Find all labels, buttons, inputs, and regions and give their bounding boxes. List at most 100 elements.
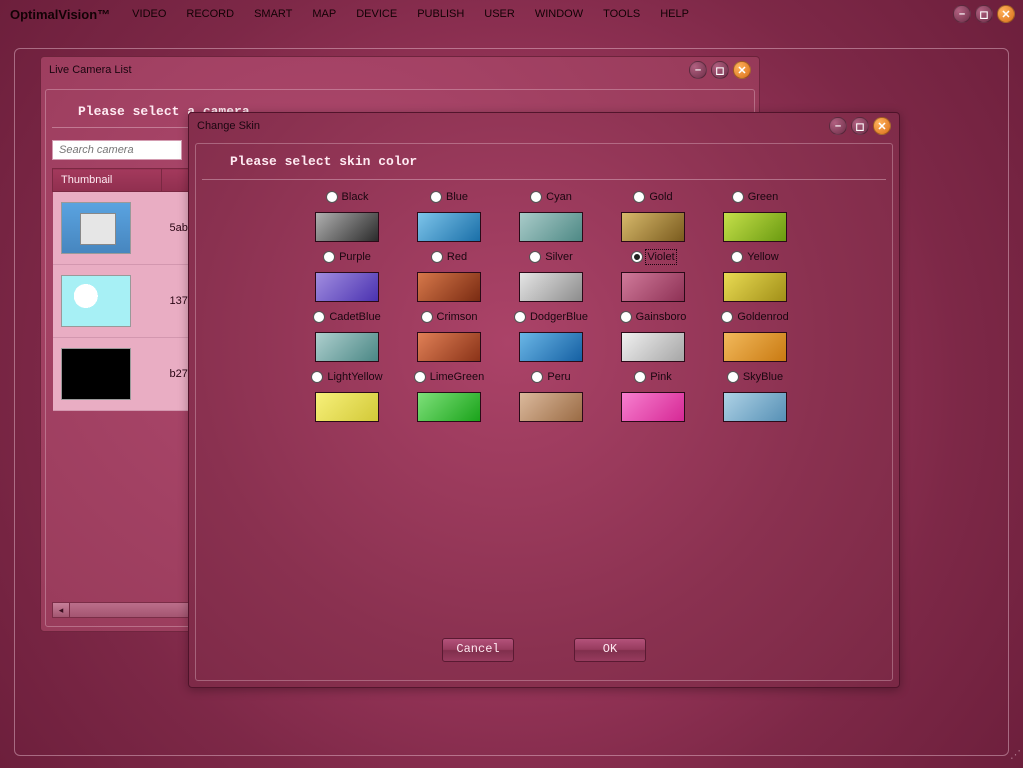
skin-radio-crimson[interactable]: Crimson <box>421 308 478 326</box>
skin-swatch-limegreen[interactable] <box>417 392 481 422</box>
skin-radio-gainsboro[interactable]: Gainsboro <box>620 308 687 326</box>
menu-window[interactable]: WINDOW <box>525 8 593 20</box>
change-skin-dialog: Change Skin – ◻ ✕ Please select skin col… <box>188 112 900 688</box>
skin-radio-skyblue[interactable]: SkyBlue <box>727 368 783 386</box>
scroll-left-arrow-icon[interactable]: ◂ <box>53 603 70 617</box>
radio-icon[interactable] <box>634 371 646 383</box>
skin-swatch-violet[interactable] <box>621 272 685 302</box>
camera-thumbnail <box>61 202 131 254</box>
skin-swatch-gold[interactable] <box>621 212 685 242</box>
skin-radio-violet[interactable]: Violet <box>631 248 674 266</box>
radio-icon[interactable] <box>529 251 541 263</box>
app-menu-bar: OptimalVision™ VIDEORECORDSMARTMAPDEVICE… <box>0 0 1023 28</box>
menu-help[interactable]: HELP <box>650 8 699 20</box>
skin-swatch-red[interactable] <box>417 272 481 302</box>
skin-radio-goldenrod[interactable]: Goldenrod <box>721 308 788 326</box>
radio-icon[interactable] <box>313 311 325 323</box>
skin-option-yellow: Yellow <box>704 248 806 302</box>
app-maximize-button[interactable]: ◻ <box>975 5 993 23</box>
radio-icon[interactable] <box>721 311 733 323</box>
camera-maximize-button[interactable]: ◻ <box>711 61 729 79</box>
radio-icon[interactable] <box>732 191 744 203</box>
ok-button[interactable]: OK <box>574 638 646 662</box>
skin-radio-purple[interactable]: Purple <box>323 248 371 266</box>
radio-icon[interactable] <box>323 251 335 263</box>
radio-icon[interactable] <box>311 371 323 383</box>
skin-swatch-pink[interactable] <box>621 392 685 422</box>
skin-radio-silver[interactable]: Silver <box>529 248 573 266</box>
radio-icon[interactable] <box>326 191 338 203</box>
menu-smart[interactable]: SMART <box>244 8 302 20</box>
skin-swatch-goldenrod[interactable] <box>723 332 787 362</box>
skin-swatch-crimson[interactable] <box>417 332 481 362</box>
radio-icon[interactable] <box>531 371 543 383</box>
radio-icon[interactable] <box>430 191 442 203</box>
skin-label: Blue <box>446 191 468 203</box>
radio-icon[interactable] <box>431 251 443 263</box>
skin-radio-cyan[interactable]: Cyan <box>530 188 572 206</box>
menu-tools[interactable]: TOOLS <box>593 8 650 20</box>
skin-radio-yellow[interactable]: Yellow <box>731 248 778 266</box>
radio-icon[interactable] <box>514 311 526 323</box>
skin-swatch-black[interactable] <box>315 212 379 242</box>
skin-swatch-cyan[interactable] <box>519 212 583 242</box>
skin-radio-lightyellow[interactable]: LightYellow <box>311 368 382 386</box>
skin-swatch-yellow[interactable] <box>723 272 787 302</box>
menu-user[interactable]: USER <box>474 8 525 20</box>
menu-video[interactable]: VIDEO <box>122 8 176 20</box>
skin-label: Green <box>748 191 779 203</box>
skin-option-gold: Gold <box>602 188 704 242</box>
radio-icon[interactable] <box>620 311 632 323</box>
skin-radio-gold[interactable]: Gold <box>633 188 672 206</box>
radio-icon[interactable] <box>631 251 643 263</box>
skin-radio-green[interactable]: Green <box>732 188 779 206</box>
skin-swatch-green[interactable] <box>723 212 787 242</box>
camera-col-thumbnail[interactable]: Thumbnail <box>53 169 162 192</box>
app-minimize-button[interactable]: – <box>953 5 971 23</box>
skin-titlebar[interactable]: Change Skin – ◻ ✕ <box>189 113 899 139</box>
radio-icon[interactable] <box>731 251 743 263</box>
skin-swatch-cadetblue[interactable] <box>315 332 379 362</box>
camera-minimize-button[interactable]: – <box>689 61 707 79</box>
menu-map[interactable]: MAP <box>302 8 346 20</box>
app-close-button[interactable]: ✕ <box>997 5 1015 23</box>
skin-label: Violet <box>647 251 674 263</box>
skin-swatch-peru[interactable] <box>519 392 583 422</box>
skin-label: Cyan <box>546 191 572 203</box>
skin-radio-pink[interactable]: Pink <box>634 368 671 386</box>
skin-radio-cadetblue[interactable]: CadetBlue <box>313 308 380 326</box>
skin-swatch-blue[interactable] <box>417 212 481 242</box>
cancel-button[interactable]: Cancel <box>442 638 514 662</box>
skin-swatch-skyblue[interactable] <box>723 392 787 422</box>
radio-icon[interactable] <box>414 371 426 383</box>
skin-radio-dodgerblue[interactable]: DodgerBlue <box>514 308 588 326</box>
skin-radio-blue[interactable]: Blue <box>430 188 468 206</box>
radio-icon[interactable] <box>530 191 542 203</box>
skin-close-button[interactable]: ✕ <box>873 117 891 135</box>
skin-minimize-button[interactable]: – <box>829 117 847 135</box>
skin-swatch-dodgerblue[interactable] <box>519 332 583 362</box>
skin-radio-limegreen[interactable]: LimeGreen <box>414 368 484 386</box>
skin-radio-peru[interactable]: Peru <box>531 368 570 386</box>
camera-window-titlebar[interactable]: Live Camera List – ◻ ✕ <box>41 57 759 83</box>
menu-device[interactable]: DEVICE <box>346 8 407 20</box>
camera-search-input[interactable] <box>52 140 182 160</box>
skin-option-peru: Peru <box>500 368 602 422</box>
skin-swatch-silver[interactable] <box>519 272 583 302</box>
skin-option-pink: Pink <box>602 368 704 422</box>
menu-publish[interactable]: PUBLISH <box>407 8 474 20</box>
radio-icon[interactable] <box>421 311 433 323</box>
skin-swatch-gainsboro[interactable] <box>621 332 685 362</box>
radio-icon[interactable] <box>633 191 645 203</box>
skin-swatch-lightyellow[interactable] <box>315 392 379 422</box>
skin-maximize-button[interactable]: ◻ <box>851 117 869 135</box>
skin-body: Please select skin color BlackBlueCyanGo… <box>195 143 893 681</box>
skin-option-silver: Silver <box>500 248 602 302</box>
skin-label: LightYellow <box>327 371 382 383</box>
skin-swatch-purple[interactable] <box>315 272 379 302</box>
skin-radio-black[interactable]: Black <box>326 188 369 206</box>
radio-icon[interactable] <box>727 371 739 383</box>
camera-close-button[interactable]: ✕ <box>733 61 751 79</box>
menu-record[interactable]: RECORD <box>176 8 244 20</box>
skin-radio-red[interactable]: Red <box>431 248 467 266</box>
